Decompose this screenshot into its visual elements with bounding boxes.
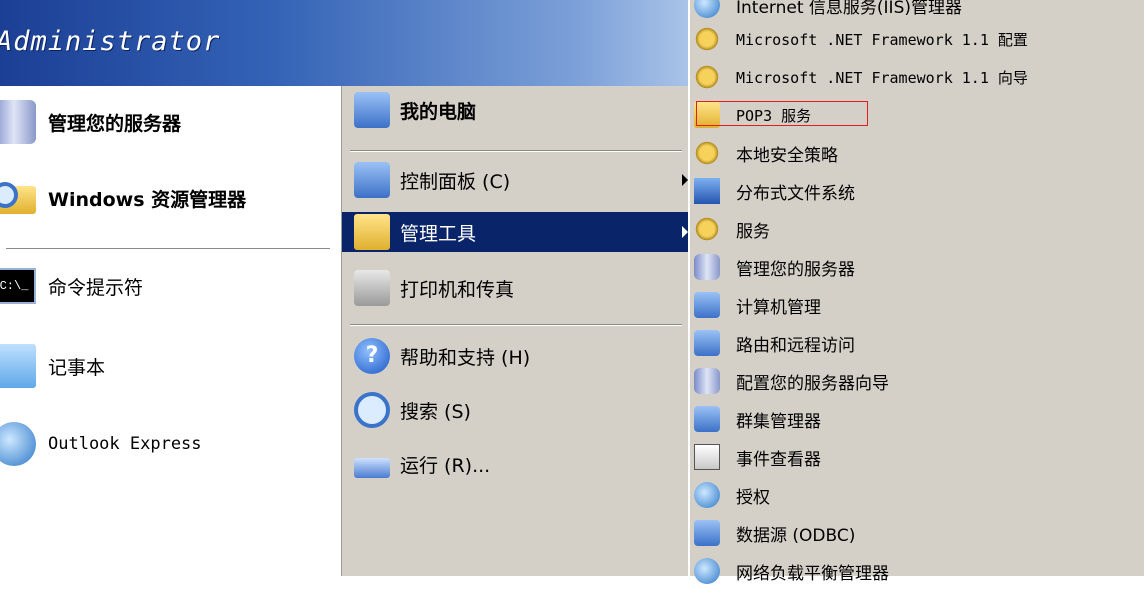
- left-item-label: 命令提示符: [48, 276, 144, 299]
- outlook-express-icon: [0, 422, 36, 466]
- command-prompt-icon: C:\_: [0, 268, 36, 304]
- submenu-item-event-viewer[interactable]: 事件查看器: [694, 438, 1144, 476]
- right-item-label: 帮助和支持 (H): [400, 346, 531, 369]
- notepad-icon: [0, 344, 36, 388]
- security-policy-icon: [694, 140, 720, 166]
- submenu-item-label: 群集管理器: [736, 411, 821, 432]
- submenu-item-licensing[interactable]: 授权: [694, 476, 1144, 514]
- right-item-label: 我的电脑: [400, 100, 477, 123]
- my-computer-icon: [354, 92, 390, 128]
- right-item-control-panel[interactable]: 控制面板 (C): [342, 160, 688, 200]
- server-manage-icon: [694, 254, 720, 280]
- left-item-label: 管理您的服务器: [48, 112, 182, 135]
- left-separator: [6, 248, 330, 250]
- submenu-item-label: Microsoft .NET Framework 1.1 配置: [736, 30, 1028, 49]
- pop3-highlight-box: [696, 101, 868, 126]
- right-item-label: 运行 (R)...: [400, 454, 491, 477]
- left-item-label: 记事本: [48, 356, 106, 379]
- server-manage-icon: [0, 100, 36, 144]
- configure-server-icon: [694, 368, 720, 394]
- submenu-item-label: 配置您的服务器向导: [736, 373, 889, 394]
- submenu-item-computer-management[interactable]: 计算机管理: [694, 286, 1144, 324]
- submenu-item-label: 分布式文件系统: [736, 183, 855, 204]
- printer-fax-icon: [354, 270, 390, 306]
- submenu-item-routing[interactable]: 路由和远程访问: [694, 324, 1144, 362]
- right-item-label: 打印机和传真: [400, 278, 515, 301]
- submenu-item-services[interactable]: 服务: [694, 210, 1144, 248]
- licensing-icon: [694, 482, 720, 508]
- search-icon: [354, 392, 390, 428]
- submenu-item-odbc[interactable]: 数据源 (ODBC): [694, 514, 1144, 552]
- submenu-item-label: 授权: [736, 487, 770, 508]
- user-name: Administrator: [0, 26, 221, 57]
- submenu-item-configure-server[interactable]: 配置您的服务器向导: [694, 362, 1144, 400]
- right-item-run[interactable]: 运行 (R)...: [342, 444, 688, 484]
- submenu-item-label: Microsoft .NET Framework 1.1 向导: [736, 68, 1028, 87]
- odbc-icon: [694, 520, 720, 546]
- right-separator: [350, 150, 682, 152]
- services-icon: [694, 216, 720, 242]
- control-panel-icon: [354, 162, 390, 198]
- left-item-command-prompt[interactable]: C:\_ 命令提示符: [0, 268, 143, 304]
- right-item-printers-faxes[interactable]: 打印机和传真: [342, 268, 688, 308]
- dfs-icon: [694, 178, 720, 204]
- submenu-item-label: 本地安全策略: [736, 145, 838, 166]
- right-item-search[interactable]: 搜索 (S): [342, 390, 688, 430]
- submenu-item-label: 事件查看器: [736, 449, 821, 470]
- event-viewer-icon: [694, 444, 720, 470]
- admin-tools-icon: [354, 214, 390, 250]
- right-item-label: 搜索 (S): [400, 400, 471, 423]
- nlb-icon: [694, 558, 720, 584]
- submenu-item-dfs[interactable]: 分布式文件系统: [694, 172, 1144, 210]
- start-menu-left-column: [0, 86, 341, 576]
- iis-icon: [694, 0, 720, 18]
- left-item-manage-server[interactable]: 管理您的服务器: [0, 100, 181, 144]
- run-icon: [354, 458, 390, 478]
- help-icon: ?: [354, 338, 390, 374]
- submenu-item-label: 管理您的服务器: [736, 259, 855, 280]
- right-item-help-support[interactable]: ? 帮助和支持 (H): [342, 336, 688, 376]
- submenu-item-security-policy[interactable]: 本地安全策略: [694, 134, 1144, 172]
- submenu-item-cluster[interactable]: 群集管理器: [694, 400, 1144, 438]
- right-item-admin-tools[interactable]: 管理工具: [342, 212, 688, 252]
- dotnet-config-icon: [694, 26, 720, 52]
- right-item-label: 控制面板 (C): [400, 170, 511, 193]
- submenu-item-label: Internet 信息服务(IIS)管理器: [736, 0, 962, 18]
- submenu-item-label: 服务: [736, 221, 770, 242]
- submenu-item-label: 路由和远程访问: [736, 335, 855, 356]
- right-separator: [350, 324, 682, 326]
- submenu-item-manage-server[interactable]: 管理您的服务器: [694, 248, 1144, 286]
- left-item-outlook-express[interactable]: Outlook Express: [0, 422, 202, 466]
- submenu-item-label: 数据源 (ODBC): [736, 525, 856, 546]
- left-item-notepad[interactable]: 记事本: [0, 344, 105, 388]
- submenu-item-label: 网络负载平衡管理器: [736, 563, 889, 584]
- submenu-item-dotnet-config[interactable]: Microsoft .NET Framework 1.1 配置: [694, 20, 1144, 58]
- right-item-label: 管理工具: [400, 222, 477, 245]
- explorer-icon: [0, 176, 36, 220]
- computer-management-icon: [694, 292, 720, 318]
- submenu-item-dotnet-wizard[interactable]: Microsoft .NET Framework 1.1 向导: [694, 58, 1144, 96]
- submenu-item-nlb[interactable]: 网络负载平衡管理器: [694, 552, 1144, 590]
- left-item-label: Outlook Express: [48, 434, 202, 454]
- routing-icon: [694, 330, 720, 356]
- left-item-windows-explorer[interactable]: Windows 资源管理器: [0, 176, 246, 220]
- cluster-icon: [694, 406, 720, 432]
- left-item-label: Windows 资源管理器: [48, 188, 247, 211]
- dotnet-wizard-icon: [694, 64, 720, 90]
- submenu-item-label: 计算机管理: [736, 297, 821, 318]
- right-item-my-computer[interactable]: 我的电脑: [342, 90, 688, 130]
